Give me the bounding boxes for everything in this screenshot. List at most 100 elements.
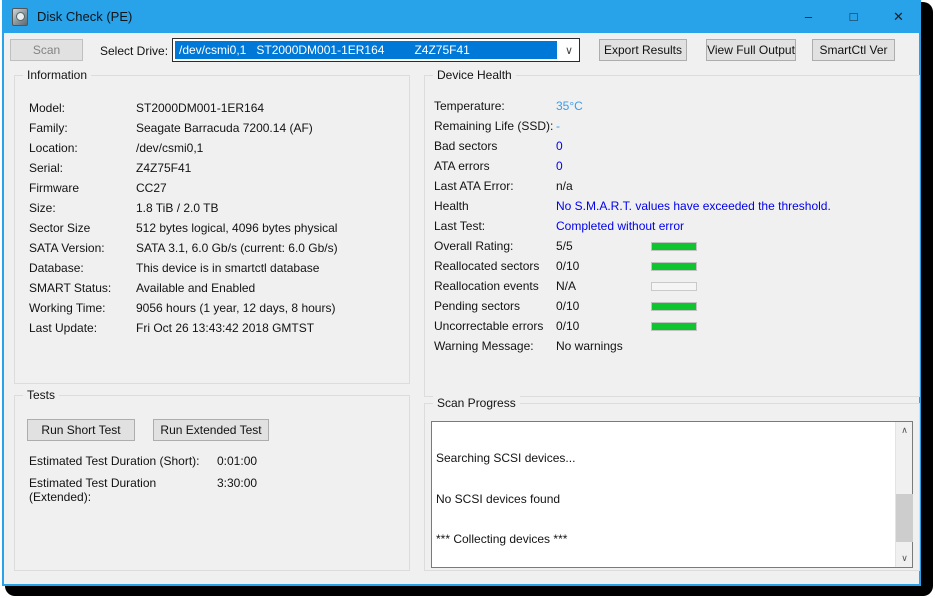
info-row-model: Model:ST2000DM001-1ER164: [29, 101, 264, 115]
scan-log-line: No SCSI devices found: [436, 493, 892, 507]
info-row-sector-size: Sector Size512 bytes logical, 4096 bytes…: [29, 221, 337, 235]
health-label: Temperature:: [434, 99, 556, 113]
info-label: Location:: [29, 141, 136, 155]
info-value: SATA 3.1, 6.0 Gb/s (current: 6.0 Gb/s): [136, 241, 338, 255]
rating-bar: [651, 322, 697, 331]
info-row-sata-version: SATA Version:SATA 3.1, 6.0 Gb/s (current…: [29, 241, 338, 255]
health-value: 5/5: [556, 239, 651, 253]
scan-log-lines: Searching SCSI devices... No SCSI device…: [436, 425, 892, 564]
health-value: N/A: [556, 279, 651, 293]
health-row-temperature: Temperature:35°C: [434, 99, 651, 113]
rating-bar-empty: [651, 282, 697, 291]
info-value: 512 bytes logical, 4096 bytes physical: [136, 221, 337, 235]
info-row-smart-status: SMART Status:Available and Enabled: [29, 281, 255, 295]
scan-log-line: Searching SCSI devices...: [436, 452, 892, 466]
health-label: Last Test:: [434, 219, 556, 233]
info-value: 1.8 TiB / 2.0 TB: [136, 201, 219, 215]
health-label: Reallocation events: [434, 279, 556, 293]
info-label: Size:: [29, 201, 136, 215]
info-value: Z4Z75F41: [136, 161, 191, 175]
health-label: Last ATA Error:: [434, 179, 556, 193]
select-drive-label: Select Drive:: [100, 44, 168, 58]
health-row-last-test: Last Test:Completed without error: [434, 219, 684, 233]
disk-check-window: Disk Check (PE) – □ ✕ Scan Select Drive:…: [2, 0, 921, 586]
scrollbar-thumb[interactable]: [896, 494, 913, 542]
information-group: Information Model:ST2000DM001-1ER164 Fam…: [14, 75, 410, 384]
health-row-reallocated-sectors: Reallocated sectors0/10: [434, 259, 697, 273]
health-value: 0/10: [556, 259, 651, 273]
device-health-group-title: Device Health: [433, 68, 516, 82]
info-label: Firmware: [29, 181, 136, 195]
duration-short-value: 0:01:00: [217, 454, 257, 468]
app-icon: [12, 8, 28, 26]
health-label: Uncorrectable errors: [434, 319, 556, 333]
drive-selected-value: /dev/csmi0,1 ST2000DM001-1ER164 Z4Z75F41: [175, 41, 557, 59]
scan-progress-group: Scan Progress Searching SCSI devices... …: [424, 403, 920, 571]
scan-log-line: *** Collecting devices ***: [436, 533, 892, 547]
health-value: 0: [556, 139, 651, 153]
duration-short-label: Estimated Test Duration (Short):: [29, 454, 217, 468]
health-label: Bad sectors: [434, 139, 556, 153]
scroll-down-icon[interactable]: ∨: [896, 550, 913, 567]
title-bar[interactable]: Disk Check (PE) – □ ✕: [2, 0, 921, 33]
health-row-ata-errors: ATA errors0: [434, 159, 651, 173]
run-short-test-button[interactable]: Run Short Test: [27, 419, 135, 441]
maximize-button[interactable]: □: [831, 0, 876, 33]
info-value: 9056 hours (1 year, 12 days, 8 hours): [136, 301, 335, 315]
info-label: Model:: [29, 101, 136, 115]
health-value: Completed without error: [556, 219, 684, 233]
health-value: 0: [556, 159, 651, 173]
health-label: ATA errors: [434, 159, 556, 173]
smartctl-ver-button[interactable]: SmartCtl Ver: [812, 39, 895, 61]
duration-extended-value: 3:30:00: [217, 476, 257, 504]
info-label: Database:: [29, 261, 136, 275]
health-value: n/a: [556, 179, 651, 193]
tests-group: Tests Run Short Test Run Extended Test E…: [14, 395, 410, 571]
vertical-scrollbar[interactable]: ∧ ∨: [895, 422, 912, 567]
rating-bar: [651, 262, 697, 271]
duration-short-row: Estimated Test Duration (Short): 0:01:00: [29, 454, 257, 468]
health-row-last-ata-error: Last ATA Error:n/a: [434, 179, 651, 193]
info-label: SATA Version:: [29, 241, 136, 255]
info-label: Sector Size: [29, 221, 136, 235]
minimize-button[interactable]: –: [786, 0, 831, 33]
health-label: Health: [434, 199, 556, 213]
duration-extended-row: Estimated Test Duration (Extended): 3:30…: [29, 476, 257, 504]
info-value: Fri Oct 26 13:43:42 2018 GMTST: [136, 321, 314, 335]
info-value: ST2000DM001-1ER164: [136, 101, 264, 115]
health-row-pending-sectors: Pending sectors0/10: [434, 299, 697, 313]
health-row-overall-rating: Overall Rating:5/5: [434, 239, 697, 253]
info-label: Working Time:: [29, 301, 136, 315]
scan-button[interactable]: Scan: [10, 39, 83, 61]
run-extended-test-button[interactable]: Run Extended Test: [153, 419, 269, 441]
duration-extended-label: Estimated Test Duration (Extended):: [29, 476, 217, 504]
info-label: Family:: [29, 121, 136, 135]
chevron-down-icon[interactable]: ∨: [559, 39, 579, 61]
info-value: /dev/csmi0,1: [136, 141, 203, 155]
export-results-button[interactable]: Export Results: [599, 39, 687, 61]
health-row-reallocation-events: Reallocation eventsN/A: [434, 279, 697, 293]
health-label: Remaining Life (SSD):: [434, 119, 556, 133]
health-label: Pending sectors: [434, 299, 556, 313]
health-label: Warning Message:: [434, 339, 556, 353]
info-value: This device is in smartctl database: [136, 261, 319, 275]
tests-group-title: Tests: [23, 388, 59, 402]
drive-select-dropdown[interactable]: /dev/csmi0,1 ST2000DM001-1ER164 Z4Z75F41…: [172, 38, 580, 62]
health-value: 0/10: [556, 319, 651, 333]
scan-log-textbox[interactable]: Searching SCSI devices... No SCSI device…: [431, 421, 913, 568]
scroll-up-icon[interactable]: ∧: [896, 422, 913, 439]
close-button[interactable]: ✕: [876, 0, 921, 33]
health-value: 0/10: [556, 299, 651, 313]
maximize-icon: □: [850, 9, 858, 24]
health-value: 35°C: [556, 99, 651, 113]
info-label: SMART Status:: [29, 281, 136, 295]
info-row-working-time: Working Time:9056 hours (1 year, 12 days…: [29, 301, 335, 315]
health-value: No S.M.A.R.T. values have exceeded the t…: [556, 199, 831, 213]
rating-bar: [651, 302, 697, 311]
rating-bar: [651, 242, 697, 251]
info-label: Last Update:: [29, 321, 136, 335]
info-row-last-update: Last Update:Fri Oct 26 13:43:42 2018 GMT…: [29, 321, 314, 335]
view-full-output-button[interactable]: View Full Output: [706, 39, 796, 61]
info-row-serial: Serial:Z4Z75F41: [29, 161, 191, 175]
health-label: Reallocated sectors: [434, 259, 556, 273]
